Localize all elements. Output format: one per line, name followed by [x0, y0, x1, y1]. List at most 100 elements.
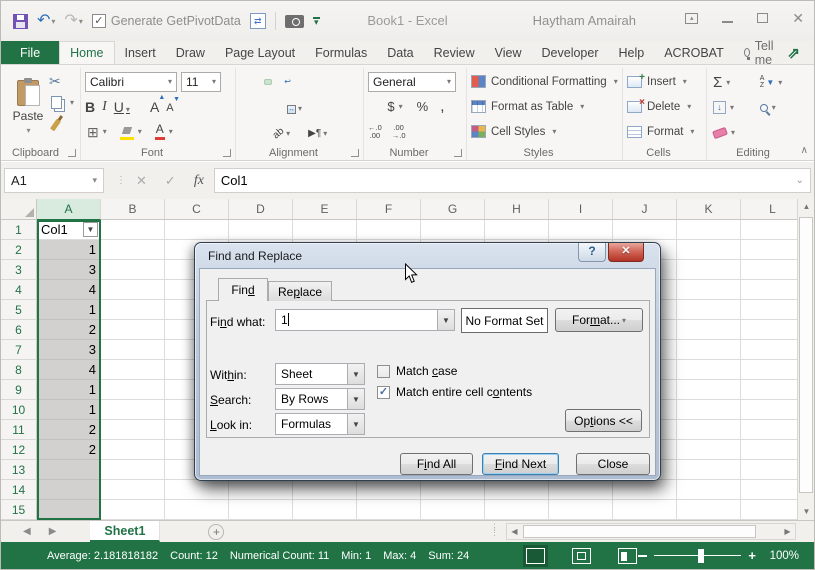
cell-B4[interactable]: [101, 280, 165, 300]
insert-function-button[interactable]: fx: [194, 173, 204, 189]
row-header-5[interactable]: 5: [1, 300, 37, 320]
look-in-dropdown-icon[interactable]: ▼: [347, 414, 364, 434]
generate-getpivotdata-toggle[interactable]: ✓ Generate GetPivotData: [91, 14, 241, 28]
horizontal-scrollbar[interactable]: ◀ ▶: [506, 523, 796, 540]
cell-K7[interactable]: [677, 340, 741, 360]
select-all-corner[interactable]: [1, 199, 37, 220]
cell-L3[interactable]: [741, 260, 799, 280]
cell-B6[interactable]: [101, 320, 165, 340]
row-header-12[interactable]: 12: [1, 440, 37, 460]
font-name-combo[interactable]: Calibri ▾: [85, 71, 177, 92]
cell-L2[interactable]: [741, 240, 799, 260]
cell-A15[interactable]: [37, 500, 101, 520]
percent-style-button[interactable]: %: [417, 99, 429, 114]
close-icon[interactable]: ✕: [792, 11, 804, 25]
cell-B5[interactable]: [101, 300, 165, 320]
tab-review[interactable]: Review: [424, 41, 485, 64]
cell-E14[interactable]: [293, 480, 357, 500]
cell-A8[interactable]: 4: [37, 360, 101, 380]
tab-file[interactable]: File: [1, 41, 60, 64]
format-button[interactable]: Format...: [555, 308, 643, 332]
cell-B3[interactable]: [101, 260, 165, 280]
tab-acrobat[interactable]: ACROBAT: [654, 41, 734, 64]
new-sheet-button[interactable]: +: [208, 523, 225, 540]
tab-home[interactable]: Home: [59, 41, 115, 64]
clipboard-dialog-launcher-icon[interactable]: [68, 149, 76, 157]
cell-K6[interactable]: [677, 320, 741, 340]
cell-K15[interactable]: [677, 500, 741, 520]
minimize-icon[interactable]: [722, 21, 734, 23]
cell-L9[interactable]: [741, 380, 799, 400]
cut-icon[interactable]: ✂: [49, 73, 76, 90]
zoom-level[interactable]: 100%: [770, 550, 799, 562]
next-sheet-icon[interactable]: ▶: [49, 526, 57, 537]
within-select[interactable]: Sheet ▼: [275, 363, 365, 385]
cell-K11[interactable]: [677, 420, 741, 440]
cell-C14[interactable]: [165, 480, 229, 500]
cell-C15[interactable]: [165, 500, 229, 520]
cell-L4[interactable]: [741, 280, 799, 300]
paste-button[interactable]: Paste ▾: [7, 69, 49, 145]
cell-K12[interactable]: [677, 440, 741, 460]
align-left-button[interactable]: [240, 105, 246, 109]
cell-L8[interactable]: [741, 360, 799, 380]
fill-color-button[interactable]: [118, 127, 144, 140]
customize-qat-button[interactable]: ▾: [312, 17, 320, 26]
cell-B2[interactable]: [101, 240, 165, 260]
cell-B15[interactable]: [101, 500, 165, 520]
bottom-align-button[interactable]: [264, 78, 272, 85]
insert-cells-button[interactable]: Insert: [627, 69, 702, 94]
cell-B12[interactable]: [101, 440, 165, 460]
maximize-icon[interactable]: [757, 13, 769, 23]
formula-bar[interactable]: Col1 ⌄: [213, 168, 811, 193]
dialog-close-button[interactable]: ✕: [608, 243, 644, 262]
cell-A4[interactable]: 4: [37, 280, 101, 300]
horizontal-scroll-thumb[interactable]: [523, 525, 756, 538]
tab-page-layout[interactable]: Page Layout: [215, 41, 305, 64]
alignment-dialog-launcher-icon[interactable]: [351, 149, 359, 157]
column-header-E[interactable]: E: [293, 199, 357, 220]
cell-L15[interactable]: [741, 500, 799, 520]
sort-filter-button[interactable]: A Z ▼: [758, 75, 795, 89]
column-header-B[interactable]: B: [101, 199, 165, 220]
row-header-15[interactable]: 15: [1, 500, 37, 520]
accounting-format-button[interactable]: $: [385, 99, 404, 114]
merge-center-button[interactable]: ↔: [284, 96, 305, 118]
cell-A13[interactable]: [37, 460, 101, 480]
tab-replace[interactable]: Replace: [268, 281, 332, 301]
cell-D15[interactable]: [229, 500, 293, 520]
tab-formulas[interactable]: Formulas: [305, 41, 377, 64]
cell-K1[interactable]: [677, 220, 741, 240]
cell-D1[interactable]: [229, 220, 293, 240]
match-entire-cell-checkbox[interactable]: ✓ Match entire cell contents: [377, 385, 532, 399]
cell-B10[interactable]: [101, 400, 165, 420]
collapse-ribbon-icon[interactable]: ∧: [801, 145, 808, 156]
conditional-formatting-button[interactable]: Conditional Formatting: [471, 69, 618, 94]
cell-B13[interactable]: [101, 460, 165, 480]
save-icon[interactable]: [13, 13, 28, 29]
column-header-G[interactable]: G: [421, 199, 485, 220]
dialog-help-button[interactable]: ?: [578, 243, 606, 262]
cell-I14[interactable]: [549, 480, 613, 500]
column-header-D[interactable]: D: [229, 199, 293, 220]
close-button[interactable]: Close: [576, 453, 650, 475]
cell-G14[interactable]: [421, 480, 485, 500]
normal-view-button[interactable]: [523, 545, 548, 567]
cell-G15[interactable]: [421, 500, 485, 520]
cell-H14[interactable]: [485, 480, 549, 500]
column-header-L[interactable]: L: [741, 199, 799, 220]
top-align-button[interactable]: [240, 80, 246, 84]
cell-K2[interactable]: [677, 240, 741, 260]
cell-C1[interactable]: [165, 220, 229, 240]
tab-view[interactable]: View: [485, 41, 532, 64]
bold-button[interactable]: B: [85, 99, 95, 115]
increase-indent-button[interactable]: [252, 130, 258, 134]
decrease-font-size-button[interactable]: A ▲: [166, 95, 179, 114]
name-box[interactable]: A1 ▾: [4, 168, 104, 193]
cell-F15[interactable]: [357, 500, 421, 520]
cell-B8[interactable]: [101, 360, 165, 380]
grid-arrows-icon[interactable]: ⇄: [249, 13, 266, 29]
zoom-slider-thumb[interactable]: [697, 548, 704, 563]
cell-A10[interactable]: 1: [37, 400, 101, 420]
text-direction-button[interactable]: ▶¶: [305, 121, 330, 143]
